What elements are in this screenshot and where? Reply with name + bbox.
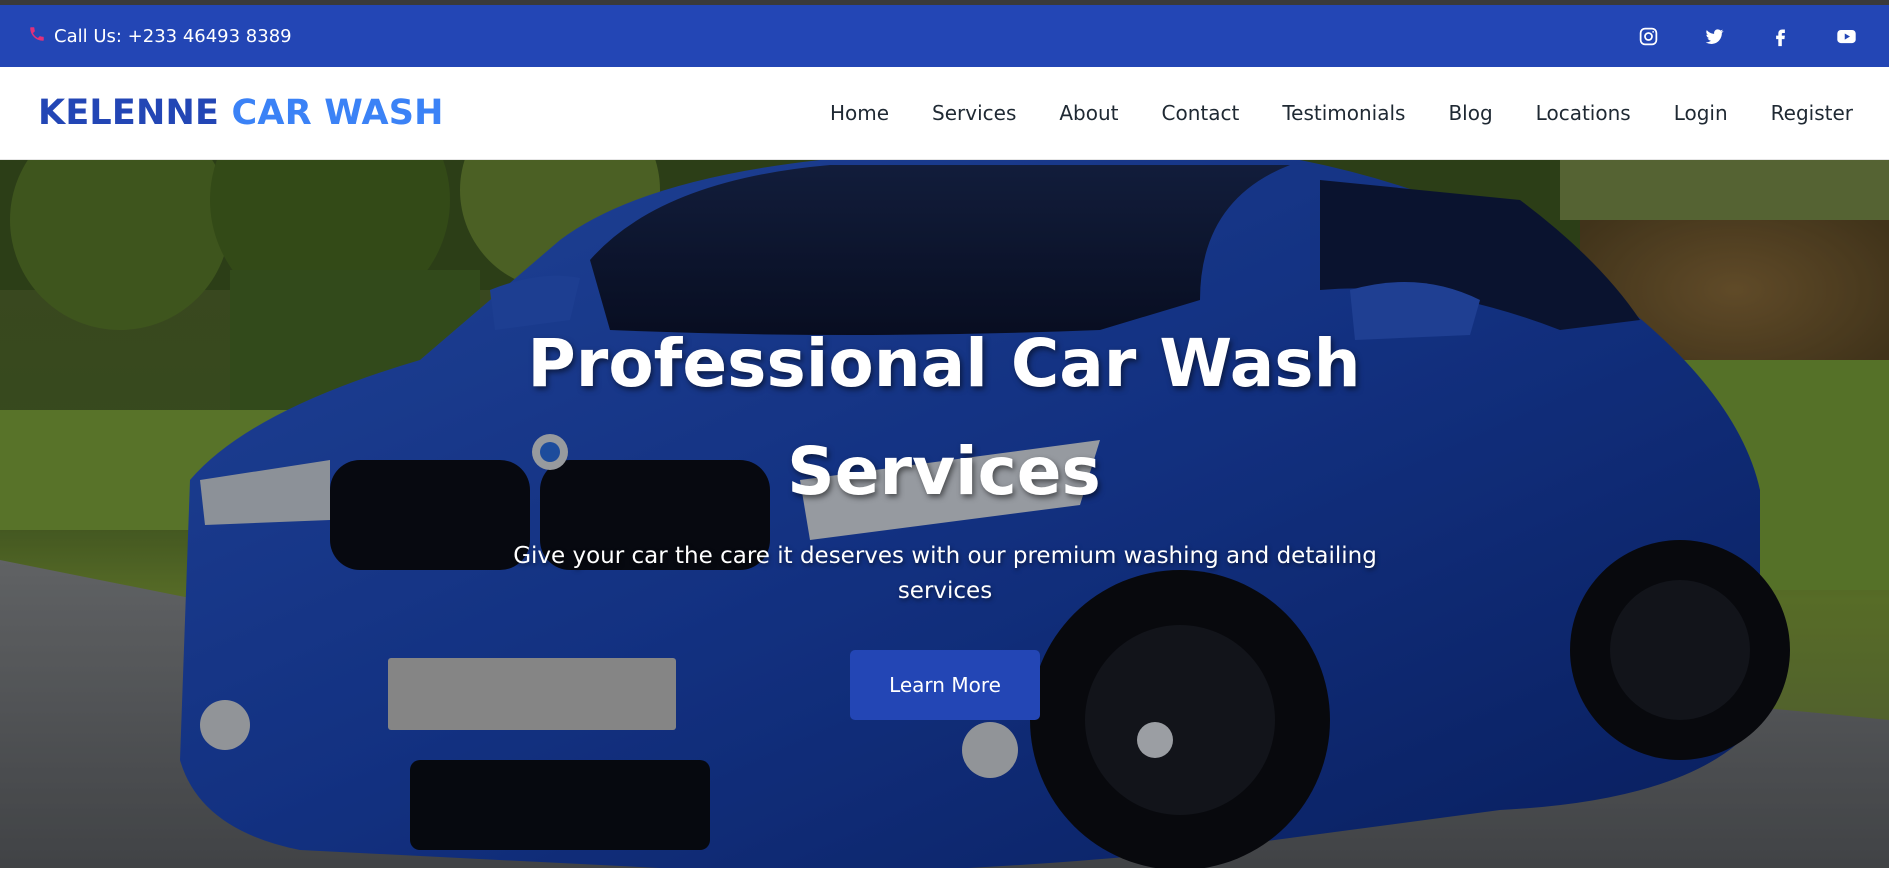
nav-item-register[interactable]: Register xyxy=(1771,101,1853,125)
facebook-icon[interactable] xyxy=(1769,25,1791,47)
contact-info: Call Us: +233 46493 8389 xyxy=(28,25,292,48)
brand-name-part2: CAR WASH xyxy=(231,93,444,133)
phone-icon xyxy=(28,25,46,48)
contact-phone-text: Call Us: +233 46493 8389 xyxy=(54,25,292,47)
twitter-icon[interactable] xyxy=(1703,25,1725,47)
hero-content: Professional Car Wash Services Give your… xyxy=(0,160,1889,868)
hero-section: Professional Car Wash Services Give your… xyxy=(0,160,1889,868)
nav-item-contact[interactable]: Contact xyxy=(1162,101,1240,125)
nav-item-services[interactable]: Services xyxy=(932,101,1016,125)
nav-item-about[interactable]: About xyxy=(1059,101,1118,125)
page-bottom-strip xyxy=(0,868,1889,889)
nav-menu: Home Services About Contact Testimonials… xyxy=(830,101,1853,125)
nav-item-blog[interactable]: Blog xyxy=(1448,101,1492,125)
hero-title: Professional Car Wash Services xyxy=(527,325,1361,510)
learn-more-button[interactable]: Learn More xyxy=(850,650,1040,720)
instagram-icon[interactable] xyxy=(1637,25,1659,47)
social-links xyxy=(1637,25,1861,47)
hero-subtitle: Give your car the care it deserves with … xyxy=(513,543,1377,604)
nav-item-home[interactable]: Home xyxy=(830,101,889,125)
top-contact-bar: Call Us: +233 46493 8389 xyxy=(0,5,1889,67)
nav-item-login[interactable]: Login xyxy=(1674,101,1728,125)
brand-logo[interactable]: KELENNE CAR WASH xyxy=(38,93,444,133)
brand-name-part1: KELENNE xyxy=(38,93,220,133)
nav-item-testimonials[interactable]: Testimonials xyxy=(1282,101,1405,125)
nav-item-locations[interactable]: Locations xyxy=(1536,101,1631,125)
youtube-icon[interactable] xyxy=(1835,25,1857,47)
main-navbar: KELENNE CAR WASH Home Services About Con… xyxy=(0,67,1889,160)
